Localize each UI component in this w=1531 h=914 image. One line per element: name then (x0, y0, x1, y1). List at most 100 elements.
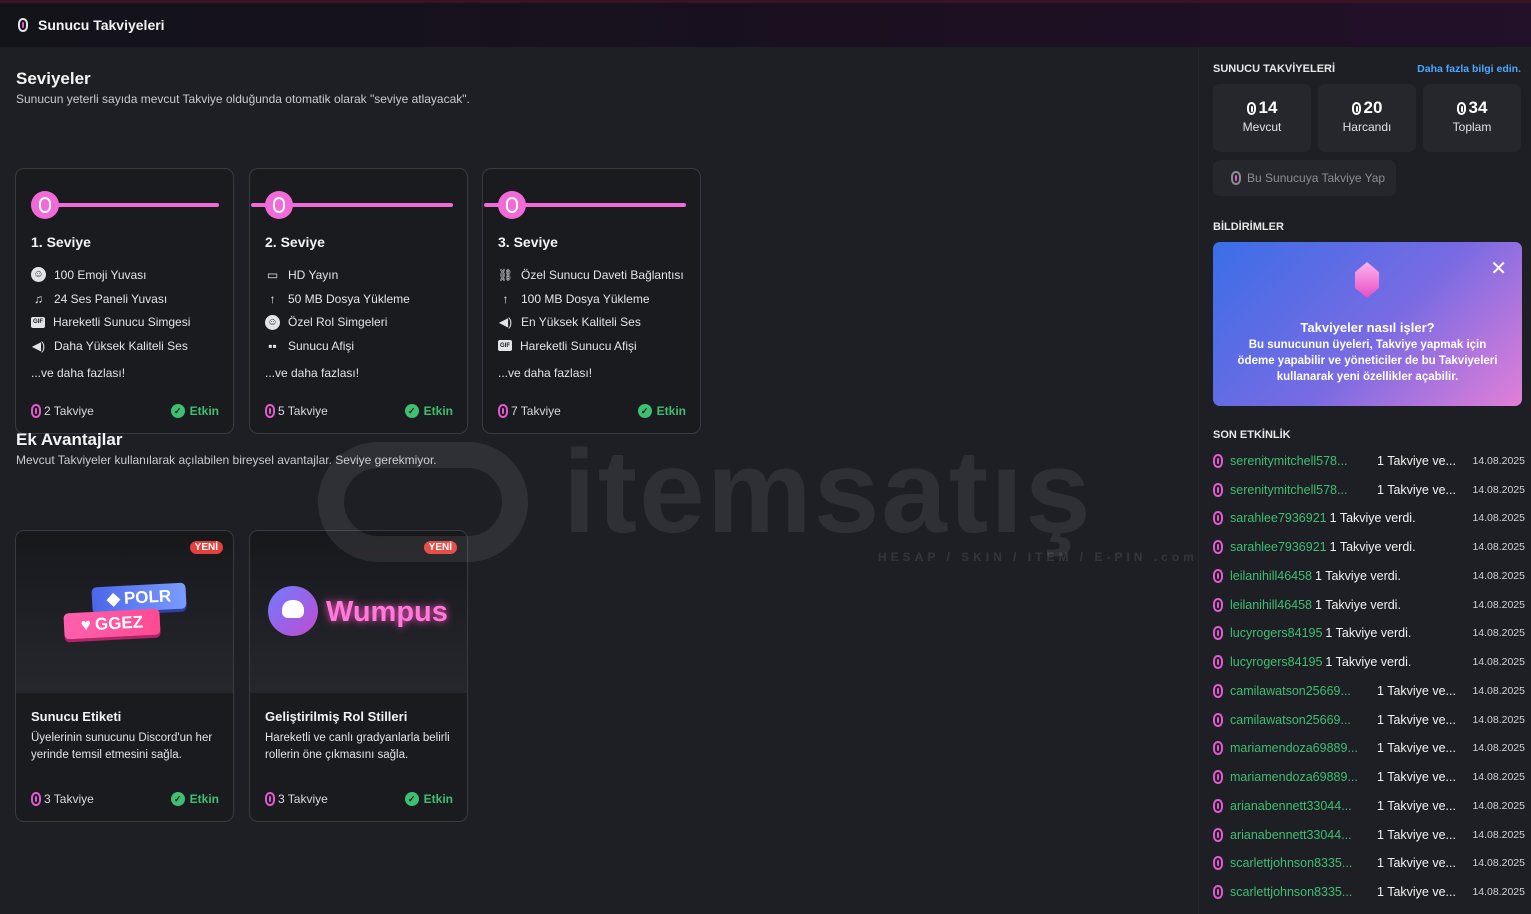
boost-gem-icon (31, 404, 41, 418)
boost-gem-icon (1213, 683, 1223, 698)
speaker-icon: ◀) (31, 338, 46, 353)
boost-gem-icon (498, 404, 508, 418)
status-label: Etkin (189, 792, 219, 806)
level-name: 3. Seviye (498, 234, 558, 250)
activity-user[interactable]: sarahlee7936921 (1230, 511, 1327, 525)
level-gem-icon (31, 191, 59, 219)
level-footer: 7 Takviye ✓ Etkin (498, 404, 686, 418)
link-icon: ⛓ (497, 267, 514, 282)
level-card-3: 3. Seviye ⛓ Özel Sunucu Daveti Bağlantısı… (482, 168, 701, 434)
perks-subtitle: Mevcut Takviyeler kullanılarak açılabile… (16, 453, 437, 467)
boost-count: 5 Takviye (278, 404, 328, 418)
feature-item: ☺ 100 Emoji Yuvası (31, 263, 190, 287)
boosts-heading: SUNUCU TAKVİYELERİ (1213, 63, 1336, 75)
level-name: 1. Seviye (31, 234, 91, 250)
check-icon: ✓ (637, 404, 652, 418)
activity-user[interactable]: sarahlee7936921 (1230, 540, 1327, 554)
activity-user[interactable]: mariamendoza69889... (1230, 741, 1374, 755)
perk-art: ◆ POLR ♥ GGEZ (16, 531, 233, 693)
activity-user[interactable]: camilawatson25669... (1230, 684, 1374, 698)
boost-gem-icon (1213, 482, 1223, 497)
activity-row: sarahlee7936921 1 Takviye verdi. 14.08.202… (1213, 503, 1525, 532)
learn-more-link[interactable]: Daha fazla bilgi edin. (1417, 63, 1521, 75)
boost-gem-icon (265, 792, 275, 806)
boost-gem-icon (1213, 453, 1223, 468)
stat-spent: 20 Harcandı (1318, 84, 1416, 152)
feature-item: GIF Hareketli Sunucu Simgesi (31, 315, 191, 330)
level-progress (31, 191, 219, 219)
feature-item: GIF Hareketli Sunucu Afişi (498, 338, 637, 353)
watermark-brand: itemsatış (563, 426, 1093, 558)
activity-user[interactable]: scarlettjohnson8335... (1230, 856, 1374, 870)
diamond-icon: ◆ (106, 589, 121, 609)
activity-user[interactable]: leilanihill46458 (1230, 598, 1312, 612)
activity-user[interactable]: serenitymitchell578... (1230, 454, 1374, 468)
perk-card-server-tag[interactable]: ◆ POLR ♥ GGEZ YENİ Sunucu Etiketi Üyelerin… (15, 530, 234, 822)
activity-row: sarahlee7936921 1 Takviye verdi. 14.08.202… (1213, 532, 1525, 561)
activity-user[interactable]: camilawatson25669... (1230, 713, 1374, 727)
emoji-icon: ☺ (31, 267, 46, 283)
activity-row: leilanihill46458 1 Takviye verdi. 14.08.20… (1213, 561, 1525, 590)
progress-bar (47, 203, 219, 207)
check-icon: ✓ (170, 792, 185, 806)
check-icon: ✓ (404, 404, 419, 418)
boost-gem-icon (265, 404, 275, 418)
activity-heading: SON ETKİNLİK (1213, 429, 1291, 441)
main-content: Seviyeler Sunucun yeterli sayıda mevcut … (0, 47, 1198, 914)
perk-title: Geliştirilmiş Rol Stilleri (265, 709, 408, 724)
activity-user[interactable]: mariamendoza69889... (1230, 770, 1374, 784)
upload-icon: ↑ (269, 291, 276, 306)
activity-row: mariamendoza69889... 1 Takviye ve... 14.08… (1213, 733, 1525, 762)
level-progress (251, 191, 453, 219)
stat-available: 14 Mevcut (1213, 84, 1311, 152)
notification-title: Takviyeler nasıl işler? (1300, 320, 1435, 335)
activity-row: lucyrogers84195 1 Takviye verdi. 14.08.202… (1213, 618, 1525, 647)
activity-user[interactable]: arianabennett33044... (1230, 828, 1374, 842)
upload-icon: ↑ (502, 291, 509, 306)
boost-gem-icon (1456, 101, 1466, 115)
title-bar: Sunucu Takviyeleri (0, 0, 1531, 47)
gif-icon: GIF (31, 316, 45, 328)
activity-user[interactable]: scarlettjohnson8335... (1230, 885, 1374, 899)
activity-user[interactable]: serenitymitchell578... (1230, 483, 1374, 497)
perk-card-role-styles[interactable]: Wumpus YENİ Geliştirilmiş Rol Stilleri H… (249, 530, 468, 822)
more-features: ...ve daha fazlası! (265, 365, 360, 380)
activity-row: serenitymitchell578... 1 Takviye ve... 14.… (1213, 446, 1525, 475)
feature-item: ▪▪ Sunucu Afişi (265, 334, 410, 358)
screen-share-icon: ▭ (266, 267, 279, 282)
feature-item: ↑ 100 MB Dosya Yükleme (498, 287, 684, 311)
boost-gem-icon (1351, 101, 1361, 115)
activity-row: arianabennett33044... 1 Takviye ve... 14.0… (1213, 791, 1525, 820)
boost-gem-icon (1213, 654, 1223, 669)
soundboard-icon: ♫ (34, 291, 43, 306)
boost-gem-icon (1246, 101, 1256, 115)
level-gem-icon (265, 191, 293, 219)
boost-gem-icon (1213, 625, 1223, 640)
feature-list: ⛓ Özel Sunucu Daveti Bağlantısı ↑ 100 MB D… (498, 263, 684, 384)
status-label: Etkin (423, 404, 453, 418)
activity-user[interactable]: lucyrogers84195 (1230, 626, 1322, 640)
status-label: Etkin (656, 404, 686, 418)
feature-item: ▭ HD Yayın (266, 267, 339, 282)
activity-user[interactable]: leilanihill46458 (1230, 569, 1312, 583)
boost-count: 3 Takviye (44, 792, 94, 806)
activity-row: leilanihill46458 1 Takviye verdi. 14.08.20… (1213, 590, 1525, 619)
heart-icon: ♥ (80, 615, 92, 635)
perk-footer: 3 Takviye ✓ Etkin (31, 792, 219, 806)
close-icon[interactable]: ✕ (1490, 256, 1507, 281)
boost-gem-icon (1213, 827, 1223, 842)
feature-item: ↑ 50 MB Dosya Yükleme (265, 287, 410, 311)
boost-server-button[interactable]: Bu Sunucuya Takviye Yap (1213, 160, 1396, 196)
new-badge: YENİ (423, 541, 457, 554)
perk-description: Üyelerinin sunucunu Discord'un her yerin… (31, 732, 213, 761)
activity-user[interactable]: arianabennett33044... (1230, 799, 1374, 813)
feature-list: ▭ HD Yayın ↑ 50 MB Dosya Yükleme ☺ Özel Rol… (265, 263, 410, 384)
activity-row: scarlettjohnson8335... 1 Takviye ve... 14.… (1213, 848, 1525, 877)
wumpus-text: Wumpus (326, 596, 448, 628)
activity-user[interactable]: lucyrogers84195 (1230, 655, 1322, 669)
status-label: Etkin (423, 792, 453, 806)
notification-card: ✕ Takviyeler nasıl işler? Bu sunucunun ü… (1213, 242, 1522, 406)
boost-gem-icon (1213, 740, 1223, 755)
feature-item: ⛓ Özel Sunucu Daveti Bağlantısı (497, 267, 684, 282)
activity-row: camilawatson25669... 1 Takviye ve... 14.08… (1213, 705, 1525, 734)
